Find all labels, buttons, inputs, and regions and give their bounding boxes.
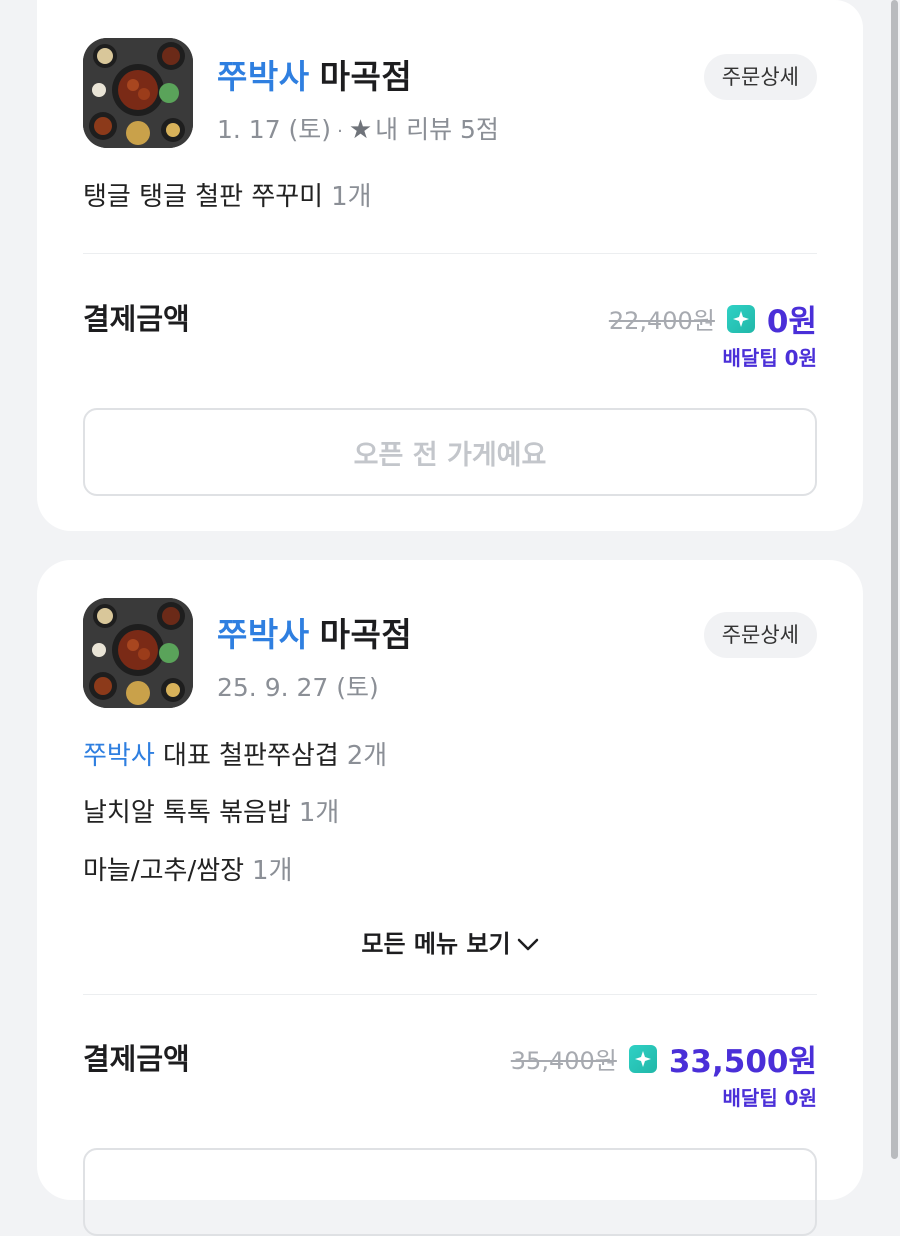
order-meta: 1. 17 (토) · ★ 내 리뷰 5점: [217, 110, 499, 146]
menu-item-qty: 1개: [331, 182, 372, 212]
order-action-button[interactable]: [83, 1148, 817, 1236]
price-row: 35,400원 33,500원: [511, 1036, 817, 1081]
menu-item-qty: 2개: [346, 741, 388, 771]
menu-item-name: 마늘/고추/쌈장: [83, 856, 245, 886]
order-date: 1. 17 (토): [217, 115, 332, 144]
final-price: 33,500원: [668, 1044, 817, 1080]
order-card: 쭈박사 마곡점 25. 9. 27 (토) 주문상세 쭈박사 대표 철판쭈삼겹 2개…: [37, 560, 863, 1236]
menu-item-qty: 1개: [298, 798, 340, 828]
menu-item: 탱글 탱글 철판 쭈꾸미 1개: [83, 176, 372, 213]
delivery-tip: 배달팁 0원: [722, 346, 817, 370]
store-branch: 마곡점: [319, 615, 413, 654]
price-row: 22,400원 0원: [609, 296, 817, 341]
store-brand: 쭈박사: [217, 57, 310, 96]
club-badge-icon: [628, 1044, 657, 1073]
payment-label: 결제금액: [83, 1042, 190, 1076]
menu-item-qty: 1개: [252, 856, 293, 886]
final-price: 0원: [766, 304, 817, 340]
order-meta: 25. 9. 27 (토): [217, 668, 379, 704]
order-date: 25. 9. 27 (토): [217, 673, 379, 702]
store-name[interactable]: 쭈박사 마곡점: [217, 608, 412, 656]
menu-item-brand: 쭈박사: [83, 741, 155, 771]
store-name[interactable]: 쭈박사 마곡점: [217, 50, 412, 98]
menu-item: 쭈박사 대표 철판쭈삼겹 2개: [83, 735, 387, 772]
store-branch: 마곡점: [319, 57, 413, 96]
menu-item: 마늘/고추/쌈장 1개: [83, 850, 293, 887]
menu-item-name: 탱글 탱글 철판 쭈꾸미: [83, 182, 324, 212]
menu-item-name: 대표 철판쭈삼겹: [163, 741, 339, 771]
star-icon: ★: [348, 115, 373, 145]
club-badge-icon: [726, 304, 755, 333]
menu-item-name: 날치알 톡톡 볶음밥: [83, 798, 291, 828]
chevron-down-icon: [517, 938, 538, 951]
scrollbar-thumb[interactable]: [891, 0, 898, 1159]
delivery-tip: 배달팁 0원: [722, 1086, 817, 1110]
divider: [83, 994, 817, 995]
original-price: 22,400원: [608, 307, 715, 335]
original-price: 35,400원: [510, 1047, 617, 1075]
scrollbar[interactable]: [888, 0, 900, 1159]
store-thumbnail[interactable]: [83, 598, 193, 708]
order-card: 쭈박사 마곡점 1. 17 (토) · ★ 내 리뷰 5점 주문상세 탱글 탱글 철판 …: [37, 0, 863, 531]
payment-label: 결제금액: [83, 302, 190, 336]
order-detail-button[interactable]: 주문상세: [703, 54, 817, 100]
store-closed-button[interactable]: 오픈 전 가게예요: [83, 408, 817, 496]
divider: [83, 253, 817, 254]
order-detail-button[interactable]: 주문상세: [703, 612, 817, 658]
show-all-menu-button[interactable]: 모든 메뉴 보기: [37, 924, 863, 959]
store-brand: 쭈박사: [217, 615, 310, 654]
store-thumbnail[interactable]: [83, 38, 193, 148]
menu-item: 날치알 톡톡 볶음밥 1개: [83, 792, 339, 829]
separator-dot: ·: [337, 120, 343, 142]
my-review[interactable]: 내 리뷰 5점: [375, 115, 499, 144]
show-all-menu-label: 모든 메뉴 보기: [361, 930, 511, 958]
